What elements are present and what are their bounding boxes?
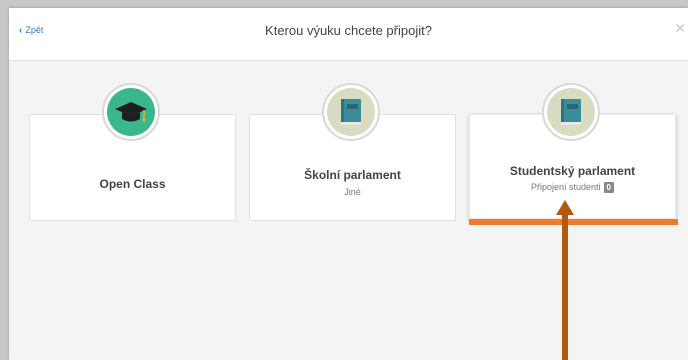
annotation-arrow [556,200,574,360]
dialog: ‹ Zpět Kterou výuku chcete připojit? ✕ O… [9,8,688,360]
